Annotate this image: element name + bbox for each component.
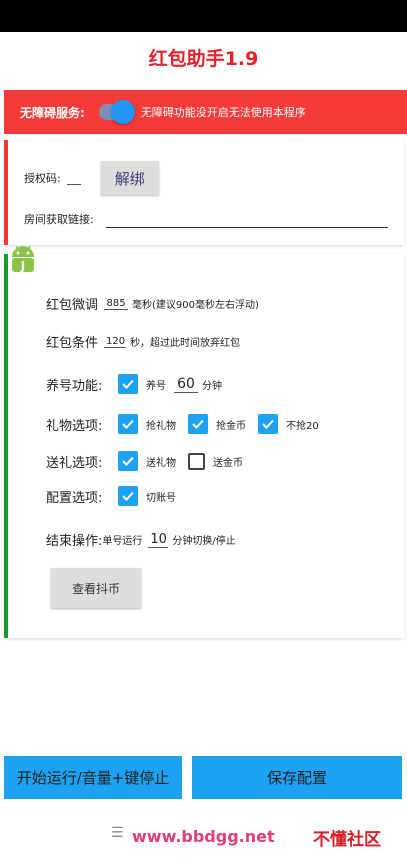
nurture-checkbox[interactable]	[118, 374, 138, 394]
switch-account-checkbox[interactable]	[118, 486, 138, 506]
gift-label: 礼物选项:	[46, 418, 103, 434]
room-link-label: 房间获取链接:	[24, 213, 94, 226]
check-icon	[262, 419, 274, 429]
gift-row: 礼物选项: 抢礼物 抢金币 不抢20	[46, 414, 319, 434]
send-gift-row: 送礼选项: 送礼物 送金币	[46, 451, 243, 471]
start-button[interactable]: 开始运行/音量+键停止	[4, 756, 182, 799]
accessibility-bar: 无障碍服务: 无障碍功能没开启无法使用本程序	[4, 90, 407, 134]
skip-20-label: 不抢20	[286, 420, 319, 432]
grab-gift-label: 抢礼物	[146, 420, 176, 432]
license-card: 授权码: 解绑 房间获取链接:	[4, 140, 404, 245]
watermark-text: 不懂社区	[313, 830, 381, 850]
send-gift-option-label: 送礼物	[146, 457, 176, 469]
check-coins-button[interactable]: 查看抖币	[51, 568, 141, 608]
settings-card: 红包微调 885 毫秒(建议900毫秒左右浮动) 红包条件 120 秒，超过此时…	[4, 254, 404, 638]
accessibility-message: 无障碍功能没开启无法使用本程序	[140, 106, 306, 119]
room-link-input[interactable]	[106, 227, 388, 228]
app-title: 红包助手1.9	[148, 48, 259, 70]
accessibility-label: 无障碍服务:	[20, 105, 85, 120]
condition-input[interactable]: 120	[104, 336, 127, 348]
grab-gift-checkbox[interactable]	[118, 414, 138, 434]
end-action-minutes-input[interactable]: 10	[148, 532, 169, 548]
check-icon	[122, 379, 134, 389]
check-icon	[192, 419, 204, 429]
room-row: 房间获取链接:	[24, 211, 94, 227]
skip-20-checkbox[interactable]	[258, 414, 278, 434]
condition-row: 红包条件 120 秒，超过此时间放弃红包	[46, 332, 241, 352]
check-icon	[122, 456, 134, 466]
watermark-url: www.bbdgg.net	[132, 827, 275, 846]
nurture-unit: 分钟	[202, 380, 222, 392]
grab-coins-checkbox[interactable]	[188, 414, 208, 434]
fine-tune-suffix: 毫秒(建议900毫秒左右浮动)	[132, 300, 259, 311]
navigation-bar: ☰ www.bbdgg.net 不懂社区	[0, 815, 407, 860]
send-gift-checkbox[interactable]	[118, 451, 138, 471]
status-bar	[0, 0, 407, 32]
end-action-label: 结束操作:	[46, 534, 103, 549]
license-code-field[interactable]	[66, 172, 81, 185]
fine-tune-row: 红包微调 885 毫秒(建议900毫秒左右浮动)	[46, 294, 259, 314]
send-coins-label: 送金币	[213, 457, 243, 469]
save-config-button[interactable]: 保存配置	[192, 756, 402, 799]
condition-label: 红包条件	[46, 336, 99, 351]
end-action-row: 结束操作: 单号运行 10 分钟切换/停止	[46, 530, 236, 550]
fine-tune-label: 红包微调	[46, 298, 99, 313]
switch-account-label: 切账号	[146, 492, 176, 504]
android-icon: J	[12, 245, 34, 273]
fine-tune-input[interactable]: 885	[104, 298, 129, 310]
nurture-label: 养号功能:	[46, 378, 103, 394]
unbind-button[interactable]: 解绑	[100, 161, 159, 195]
nurture-checkbox-label: 养号	[146, 380, 166, 392]
end-action-suffix: 分钟切换/停止	[172, 536, 236, 547]
config-label: 配置选项:	[46, 490, 103, 506]
grab-coins-label: 抢金币	[216, 420, 246, 432]
send-coins-checkbox[interactable]	[188, 452, 205, 470]
check-icon	[122, 419, 134, 429]
license-label: 授权码:	[24, 172, 61, 185]
svg-text:J: J	[20, 259, 25, 273]
hamburger-icon[interactable]: ☰	[111, 825, 124, 841]
nurture-minutes-input[interactable]: 60	[174, 376, 198, 393]
condition-suffix: 秒，超过此时间放弃红包	[130, 338, 241, 349]
nurture-row: 养号功能: 养号 60 分钟	[46, 374, 222, 394]
config-row: 配置选项: 切账号	[46, 486, 176, 506]
toggle-knob	[110, 100, 135, 124]
license-row: 授权码: 解绑	[24, 161, 159, 195]
send-gift-label: 送礼选项:	[46, 455, 103, 471]
check-icon	[122, 491, 134, 501]
end-action-prefix: 单号运行	[102, 536, 143, 547]
accessibility-toggle[interactable]	[98, 100, 135, 124]
